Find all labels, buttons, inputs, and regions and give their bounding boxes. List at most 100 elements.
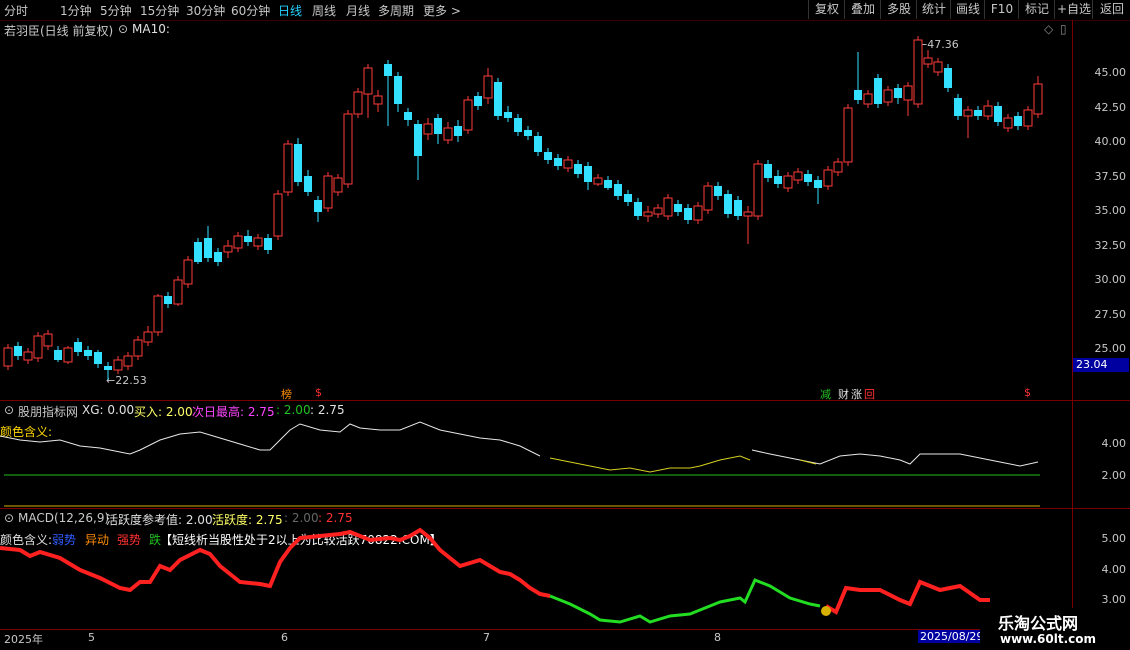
candle-body <box>833 161 843 173</box>
candle-body <box>783 175 793 189</box>
candle-body <box>823 169 833 187</box>
candle-body <box>703 185 713 211</box>
candle-body <box>974 110 982 116</box>
period-tab-multi[interactable]: 多周期 <box>378 2 414 19</box>
candle-body <box>894 88 902 98</box>
add-watchlist-button[interactable]: +自选 <box>1054 0 1093 19</box>
panel3-title: MACD(12,26,9) <box>18 511 110 525</box>
candle-body <box>3 347 13 367</box>
candle-body <box>593 177 603 185</box>
period-tab-weekly[interactable]: 周线 <box>312 2 336 19</box>
candle-body <box>863 93 873 105</box>
chart-canvas[interactable] <box>0 0 1130 650</box>
panel2-v3: : 2.75 <box>310 403 345 417</box>
candle-body <box>903 85 913 101</box>
candle-body <box>283 143 293 193</box>
candle-body <box>84 350 92 356</box>
candle-body <box>793 171 803 181</box>
candle-body <box>214 252 222 262</box>
candle-body <box>753 163 763 217</box>
candle-body <box>183 259 193 285</box>
candle-body <box>604 180 612 188</box>
candle-body <box>384 64 392 76</box>
candle-body <box>674 204 682 212</box>
candle-body <box>504 112 512 118</box>
candle-body <box>843 107 853 163</box>
candle-body <box>643 211 653 217</box>
panel3-y-tick-5: 5.00 <box>1101 532 1127 545</box>
draw-line-button[interactable]: 画线 <box>950 0 985 19</box>
period-tab-60min[interactable]: 60分钟 <box>231 2 270 19</box>
candle-body <box>933 61 943 73</box>
panel2-activity-line-weak <box>549 455 751 473</box>
candle-body <box>353 91 363 115</box>
period-tab-1min[interactable]: 1分钟 <box>60 2 92 19</box>
overlay-button[interactable]: 叠加 <box>844 0 881 19</box>
candle-body <box>414 124 422 156</box>
date-label-jul: 7 <box>483 631 490 644</box>
candle-body <box>804 174 812 182</box>
y-tick-32-5: 32.50 <box>1094 239 1127 252</box>
period-tab-tick[interactable]: 分时 <box>4 2 28 19</box>
candle-body <box>563 159 573 169</box>
callback-icon[interactable]: 回 <box>864 386 875 402</box>
panel2-collapse-icon[interactable]: ⊙ <box>4 403 14 417</box>
candle-body <box>874 78 882 104</box>
panel2-activity-line-2 <box>751 449 1039 467</box>
candle-body <box>483 75 493 99</box>
period-tab-daily[interactable]: 日线 <box>278 2 302 19</box>
panel2-y-tick-2: 2.00 <box>1101 469 1127 482</box>
legend-weak: 弱势 <box>52 533 77 547</box>
panel2-next-high: 次日最高: 2.75 <box>192 405 275 419</box>
candle-body <box>273 193 283 237</box>
panel3-ref: 活跃度参考值: 2.00 <box>106 513 213 527</box>
ma-label: MA10: <box>132 22 170 36</box>
candle-body <box>204 238 212 258</box>
current-price-tag: 23.04 <box>1073 358 1129 372</box>
candle-body <box>43 333 53 347</box>
dollar-icon[interactable]: $ <box>315 386 322 399</box>
more-periods-button[interactable]: 更多 > <box>423 2 461 19</box>
candle-body <box>404 112 412 120</box>
back-button[interactable]: 返回 <box>1092 0 1130 19</box>
candle-body <box>164 296 172 304</box>
period-tab-30min[interactable]: 30分钟 <box>186 2 225 19</box>
limit-up-icon[interactable]: 涨 <box>851 386 862 402</box>
window-icon[interactable]: ▯ <box>1060 22 1067 36</box>
candle-body <box>244 236 252 242</box>
candle-body <box>693 205 703 221</box>
diamond-icon[interactable]: ◇ <box>1044 22 1053 36</box>
watermark-url: www.60lt.com <box>1000 632 1097 646</box>
period-tab-15min[interactable]: 15分钟 <box>140 2 179 19</box>
candle-body <box>14 346 22 356</box>
y-tick-42-5: 42.50 <box>1094 101 1127 114</box>
mark-button[interactable]: 标记 <box>1018 0 1055 19</box>
period-tab-monthly[interactable]: 月线 <box>346 2 370 19</box>
y-tick-30: 30.00 <box>1094 273 1127 286</box>
restore-rights-button[interactable]: 复权 <box>808 0 845 19</box>
rank-icon[interactable]: 榜 <box>281 386 292 402</box>
date-label-may: 5 <box>88 631 95 644</box>
f10-button[interactable]: F10 <box>984 0 1019 19</box>
legend-anomaly: 异动 <box>85 533 110 547</box>
collapse-icon[interactable]: ⊙ <box>118 22 128 36</box>
candle-body <box>63 347 73 363</box>
statistics-button[interactable]: 统计 <box>916 0 951 19</box>
candle-body <box>23 351 33 361</box>
money-bag-icon <box>821 606 831 616</box>
candle-body <box>743 211 753 217</box>
candle-body <box>323 175 333 209</box>
candle-body <box>724 194 732 214</box>
candle-body <box>634 202 642 216</box>
candle-body <box>663 197 673 217</box>
panel2-y-tick-4: 4.00 <box>1101 437 1127 450</box>
candle-body <box>774 176 782 184</box>
panel2-buy: 买入: 2.00 <box>134 405 193 419</box>
panel3-collapse-icon[interactable]: ⊙ <box>4 511 14 525</box>
reduce-icon[interactable]: 减 <box>820 386 831 402</box>
dollar-icon-2[interactable]: $ <box>1024 386 1031 399</box>
candle-body <box>883 89 893 103</box>
finance-icon[interactable]: 财 <box>838 386 849 402</box>
period-tab-5min[interactable]: 5分钟 <box>100 2 132 19</box>
multi-stock-button[interactable]: 多股 <box>880 0 917 19</box>
